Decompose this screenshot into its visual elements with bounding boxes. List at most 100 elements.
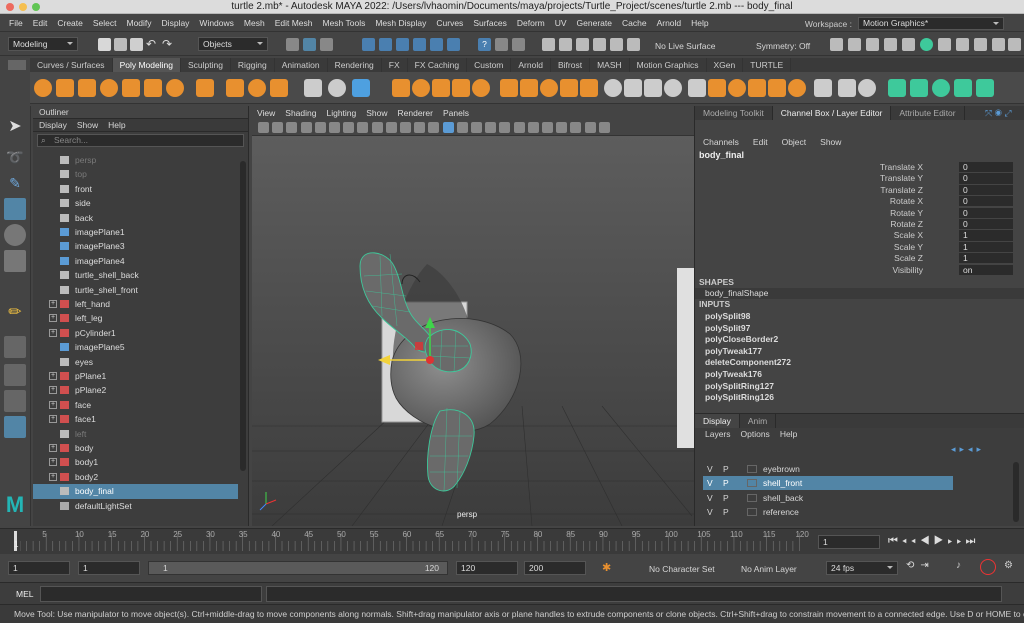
channel-value[interactable]: 0 [959,162,1013,173]
viewport-menu-renderer[interactable]: Renderer [393,108,438,118]
shelf-history-icon[interactable] [858,79,876,97]
outliner-item-persp[interactable]: persp [33,153,238,167]
layer-color-swatch[interactable] [747,465,757,473]
layout-outliner-icon[interactable] [4,416,26,438]
lasso-tool-icon[interactable]: ➰ [4,146,26,168]
layer-menu-help[interactable]: Help [780,429,797,439]
current-frame-field[interactable]: 1 [818,535,880,549]
snap-surface-icon[interactable] [430,38,443,51]
channel-translate-z[interactable]: Translate Z 0 [695,184,1013,196]
input-node-polysplit98[interactable]: polySplit98 [705,311,750,323]
select-component-icon[interactable] [320,38,333,51]
shelf-bridge-icon[interactable] [500,79,518,97]
layer-menu-options[interactable]: Options [741,429,770,439]
outliner-item-front[interactable]: front [33,182,238,196]
outliner-menu-show[interactable]: Show [77,120,98,130]
outliner-item-imageplane4[interactable]: imagePlane4 [33,254,238,268]
outliner-item-pplane2[interactable]: + pPlane2 [33,383,238,397]
layout-single-icon[interactable] [4,336,26,358]
shelf-sweep-icon[interactable] [304,79,322,97]
layer-playback-toggle[interactable]: P [723,462,729,476]
shelf-tab-curves-surfaces[interactable]: Curves / Surfaces [30,58,113,72]
hypershade-icon[interactable] [627,38,640,51]
layer-playback-toggle[interactable]: P [723,505,729,519]
selection-mode-dropdown[interactable]: Objects [198,37,268,51]
outliner-item-body2[interactable]: + body2 [33,470,238,484]
shelf-freeze-icon[interactable] [838,79,856,97]
shelf-sphere-type-icon[interactable] [328,79,346,97]
layer-actions-icons[interactable]: ◂▸◂▸ [951,444,985,455]
layout-four-icon[interactable] [4,364,26,386]
grid-icon[interactable] [938,38,951,51]
shelf-cone-icon[interactable] [100,79,118,97]
render-view-icon[interactable] [866,38,879,51]
menu-cache[interactable]: Cache [617,18,652,28]
shelf-sew-uv-icon[interactable] [768,79,786,97]
menu-edit-mesh[interactable]: Edit Mesh [270,18,318,28]
expand-icon[interactable]: + [49,415,57,424]
loop-controls[interactable]: ⟲⇥ [906,560,935,571]
rotate-tool-icon[interactable] [4,224,26,246]
menu-arnold[interactable]: Arnold [652,18,687,28]
toggle-panel-icon[interactable] [830,38,843,51]
undo-icon[interactable]: ↶ [146,38,159,51]
workspace-dropdown[interactable]: Motion Graphics* [858,17,1004,30]
panel-options-icon[interactable]: ⤧ ◉ ⤢ [985,108,1019,118]
outliner-item-body-final[interactable]: body_final [33,484,238,499]
shelf-planar-uv-icon[interactable] [708,79,726,97]
shelf-relax-icon[interactable] [932,79,950,97]
layer-row-reference[interactable]: V Preference [703,505,953,519]
shelf-extrude-icon[interactable] [520,79,538,97]
outliner-item-pplane1[interactable]: + pPlane1 [33,369,238,383]
viewport-tool-5-icon[interactable] [314,122,326,133]
move-tool-icon[interactable] [4,198,26,220]
last-tool-icon[interactable]: ✏ [4,302,26,324]
snap-point-icon[interactable] [396,38,409,51]
shelf-tab-fx[interactable]: FX [382,58,408,72]
menu-edit[interactable]: Edit [28,18,53,28]
viewport-tool-8-icon[interactable] [357,122,369,133]
shelf-combine-icon[interactable] [392,79,410,97]
channel-translate-x[interactable]: Translate X 0 [695,162,1013,173]
tab-channel-box-layer-editor[interactable]: Channel Box / Layer Editor [772,106,892,120]
tab-modeling-toolkit[interactable]: Modeling Toolkit [695,106,773,120]
menu-deform[interactable]: Deform [512,18,550,28]
shelf-tab-bifrost[interactable]: Bifrost [551,58,591,72]
shelf-plane-icon[interactable] [144,79,162,97]
shelf-append-icon[interactable] [580,79,598,97]
autokey-icon[interactable] [980,559,996,575]
channelbox-menu-edit[interactable]: Edit [753,137,768,147]
viewport-tool-21-icon[interactable] [542,122,553,133]
viewport-tool-12-icon[interactable] [414,122,426,133]
shelf-tab-mash[interactable]: MASH [590,58,630,72]
outliner-item-body[interactable]: + body [33,441,238,455]
viewport-menu-show[interactable]: Show [361,108,392,118]
mel-command-input[interactable] [40,586,262,602]
input-node-polycloseborder2[interactable]: polyCloseBorder2 [705,334,778,346]
preferences-icon[interactable]: ⚙ [1004,560,1013,571]
menu-curves[interactable]: Curves [431,18,468,28]
channelbox-menu-object[interactable]: Object [782,137,807,147]
expand-icon[interactable]: + [49,328,57,337]
viewport-tool-16-icon[interactable] [471,122,482,133]
menu-windows[interactable]: Windows [194,18,238,28]
output-ops-icon[interactable] [512,38,525,51]
viewport-tool-25-icon[interactable] [598,122,610,133]
redo-icon[interactable]: ↷ [162,38,175,51]
menu-help[interactable]: Help [686,18,713,28]
layer-color-swatch[interactable] [747,508,757,517]
layer-color-swatch[interactable] [747,493,757,502]
viewport-tool-3-icon[interactable] [286,122,298,133]
layer-playback-toggle[interactable]: P [723,476,729,490]
viewport-tool-20-icon[interactable] [527,122,539,133]
tab-attribute-editor[interactable]: Attribute Editor [891,106,965,120]
shelf-tab-turtle[interactable]: TURTLE [743,58,792,72]
audio-icon[interactable]: ♪ [956,560,961,571]
shelf-menu-icon[interactable] [8,60,26,70]
menu-modify[interactable]: Modify [122,18,157,28]
shelf-quad-draw-icon[interactable] [888,79,906,97]
playback-controls[interactable]: ⏮◂◂◀▶▸▸⏭ [888,535,979,548]
ipr-render-icon[interactable] [593,38,606,51]
shelf-tab-arnold[interactable]: Arnold [511,58,551,72]
viewport-tool-7-icon[interactable] [343,122,355,133]
